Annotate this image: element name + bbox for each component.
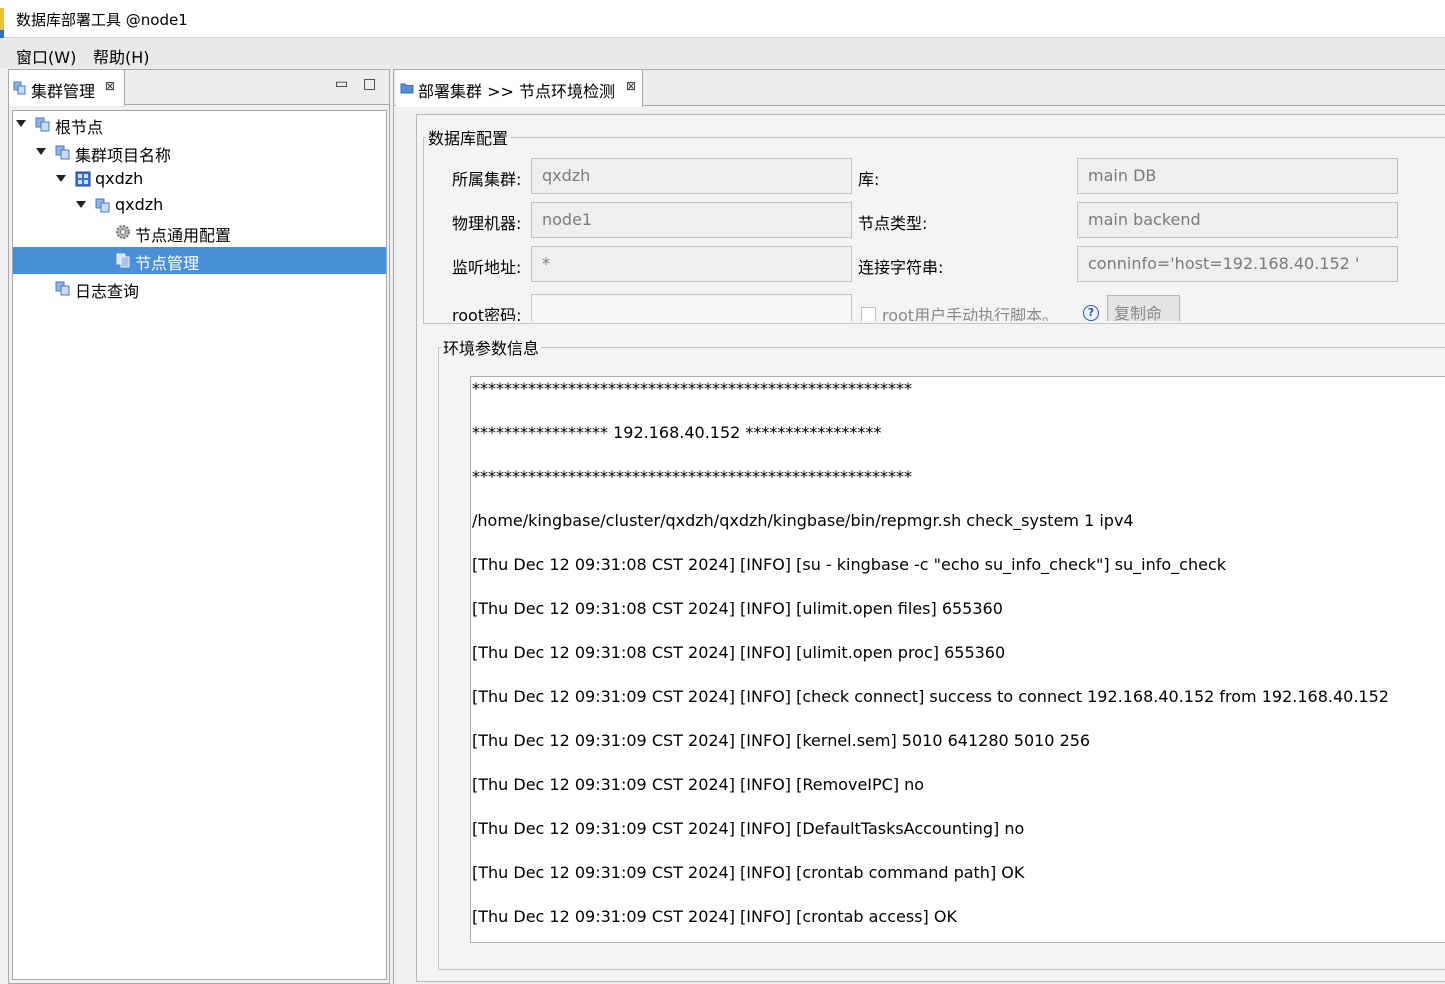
- tab-cluster-management[interactable]: 集群管理 ⊠: [9, 70, 125, 106]
- tab-label: 部署集群 >> 节点环境检测: [418, 82, 615, 101]
- tree-label: 集群项目名称: [75, 146, 172, 165]
- chevron-down-icon[interactable]: [76, 201, 86, 208]
- folder-icon: [400, 83, 414, 94]
- tab-label: 集群管理: [31, 82, 96, 101]
- tree-label: 根节点: [55, 118, 104, 137]
- menu-help[interactable]: 帮助(H): [93, 44, 150, 68]
- tree-label: 节点管理: [135, 254, 200, 273]
- tree-label: qxdzh: [95, 169, 144, 188]
- gear-icon: [116, 225, 130, 239]
- left-tabbar: 集群管理 ⊠ ▭ □: [9, 70, 389, 106]
- env-info-legend: 环境参数信息: [443, 339, 540, 358]
- deploy-panel: 部署集群 >> 节点环境检测 ⊠ 数据库配置 所属集群: qxdzh 库: ma…: [393, 69, 1445, 984]
- tree-item-node-management[interactable]: 节点管理: [13, 247, 386, 274]
- log-line: [Thu Dec 12 09:31:09 CST 2024] [INFO] [c…: [472, 863, 1025, 882]
- log-line: [Thu Dec 12 09:31:09 CST 2024] [INFO] [R…: [472, 775, 925, 794]
- log-line: [Thu Dec 12 09:31:08 CST 2024] [INFO] [u…: [472, 599, 1003, 618]
- cluster-tree: 根节点 集群项目名称 qxdzh qxdzh 节点通用配置 节点管理 日志查询: [12, 110, 387, 980]
- tree-label: 日志查询: [75, 282, 140, 301]
- tree-item-root[interactable]: 根节点: [13, 111, 386, 138]
- maximize-icon[interactable]: □: [363, 76, 376, 92]
- window-titlebar: 数据库部署工具 @node1: [0, 0, 1445, 38]
- manual-script-checkbox[interactable]: [861, 307, 876, 321]
- cluster-management-panel: 集群管理 ⊠ ▭ □ 根节点 集群项目名称 qxdzh qxdzh 节点通用配置…: [8, 69, 390, 984]
- log-line: [Thu Dec 12 09:31:08 CST 2024] [INFO] [s…: [472, 555, 1227, 574]
- tree-item-log-query[interactable]: 日志查询: [13, 275, 386, 302]
- tab-node-env-check[interactable]: 部署集群 >> 节点环境检测 ⊠: [396, 70, 643, 107]
- tree-item-cluster-project[interactable]: 集群项目名称: [13, 139, 386, 166]
- db-config-body: 所属集群: qxdzh 库: main DB 物理机器: node1 节点类型:…: [424, 143, 1445, 321]
- chevron-down-icon[interactable]: [56, 175, 66, 182]
- log-line: [Thu Dec 12 09:31:08 CST 2024] [INFO] [u…: [472, 643, 1006, 662]
- server-group-icon: [75, 171, 91, 187]
- minimize-icon[interactable]: ▭: [335, 76, 348, 92]
- listen-field[interactable]: *: [531, 246, 852, 282]
- conn-field[interactable]: conninfo='host=192.168.40.152 ': [1077, 246, 1398, 282]
- log-line: [Thu Dec 12 09:31:09 CST 2024] [INFO] [c…: [472, 687, 1389, 706]
- machine-label: 物理机器:: [452, 214, 522, 233]
- log-line: ****************************************…: [472, 379, 912, 398]
- window-title: 数据库部署工具 @node1: [16, 11, 188, 29]
- cluster-field[interactable]: qxdzh: [531, 158, 852, 194]
- log-line: [Thu Dec 12 09:31:09 CST 2024] [INFO] [k…: [472, 731, 1091, 750]
- node-icon: [116, 253, 130, 268]
- manual-script-label: root用户手动执行脚本。: [882, 306, 1059, 321]
- cluster-icon: [13, 81, 26, 95]
- cluster-icon: [55, 281, 70, 296]
- tree-item-node-common-config[interactable]: 节点通用配置: [13, 219, 386, 246]
- tree-item-qxdzh[interactable]: qxdzh: [13, 192, 386, 219]
- root-pwd-field[interactable]: [531, 294, 852, 321]
- chevron-down-icon[interactable]: [16, 120, 26, 127]
- log-line: [Thu Dec 12 09:31:09 CST 2024] [INFO] [c…: [472, 907, 957, 926]
- chevron-down-icon[interactable]: [36, 148, 46, 155]
- cluster-icon: [55, 145, 70, 160]
- listen-label: 监听地址:: [452, 258, 522, 277]
- taskbar-edge-decoration-blue: [0, 30, 4, 38]
- copy-command-button[interactable]: 复制命令: [1107, 295, 1180, 321]
- log-line: ***************** 192.168.40.152 *******…: [472, 423, 882, 442]
- close-icon[interactable]: ⊠: [105, 79, 115, 93]
- cluster-icon: [95, 198, 110, 213]
- menubar: 窗口(W) 帮助(H): [0, 38, 1445, 68]
- db-field[interactable]: main DB: [1077, 158, 1398, 194]
- db-label: 库:: [858, 170, 880, 189]
- machine-field[interactable]: node1: [531, 202, 852, 238]
- node-type-label: 节点类型:: [858, 214, 928, 233]
- cluster-icon: [35, 117, 50, 132]
- cluster-label: 所属集群:: [452, 170, 522, 189]
- menu-window[interactable]: 窗口(W): [16, 44, 76, 68]
- help-icon[interactable]: ?: [1083, 305, 1099, 321]
- right-tabbar: 部署集群 >> 节点环境检测 ⊠: [394, 70, 1445, 107]
- log-line: [Thu Dec 12 09:31:09 CST 2024] [INFO] [D…: [472, 819, 1025, 838]
- tree-item-qxdzh-group[interactable]: qxdzh: [13, 166, 386, 193]
- conn-label: 连接字符串:: [858, 258, 944, 277]
- root-pwd-label: root密码:: [452, 306, 522, 321]
- log-line: ****************************************…: [472, 467, 912, 486]
- node-type-field[interactable]: main backend: [1077, 202, 1398, 238]
- tree-label: 节点通用配置: [135, 226, 232, 245]
- close-icon[interactable]: ⊠: [626, 79, 636, 93]
- content-area: 数据库配置 所属集群: qxdzh 库: main DB 物理机器: node1…: [416, 114, 1445, 982]
- log-line: /home/kingbase/cluster/qxdzh/qxdzh/kingb…: [472, 511, 1134, 530]
- env-log-textarea[interactable]: ****************************************…: [470, 376, 1445, 943]
- tree-label: qxdzh: [115, 195, 164, 214]
